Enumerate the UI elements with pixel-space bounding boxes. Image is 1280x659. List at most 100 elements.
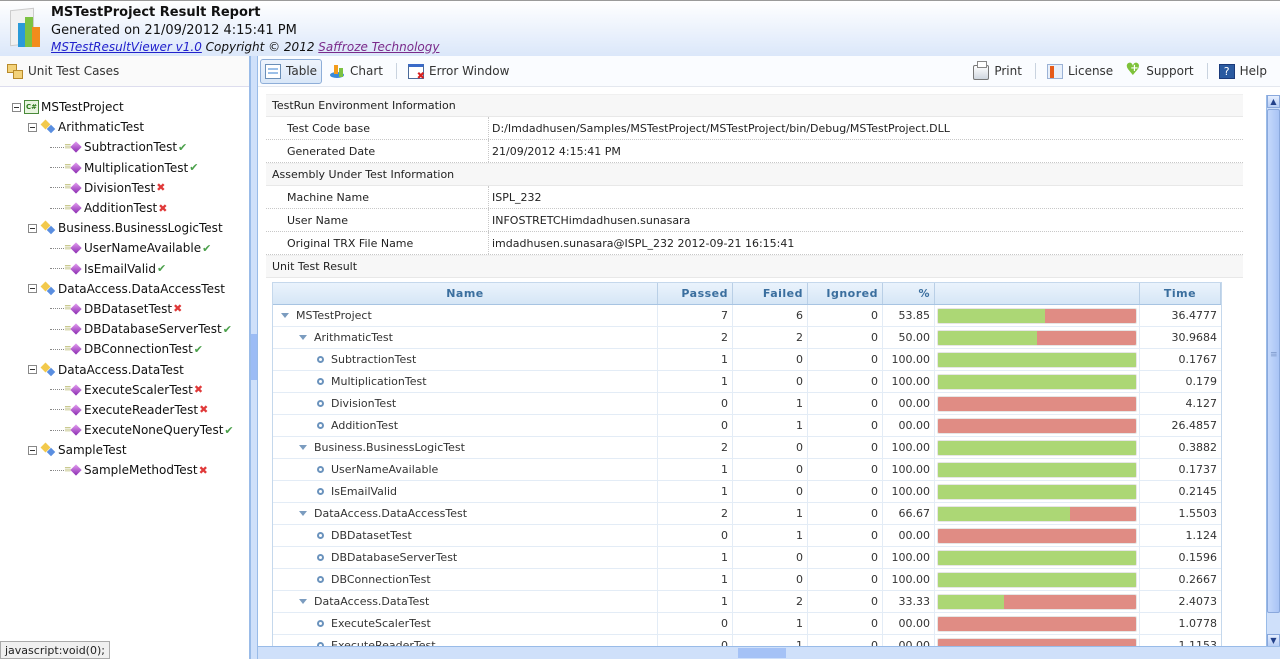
collapse-icon[interactable]	[12, 102, 21, 112]
tree-connector	[50, 469, 64, 471]
cell-passed: 0	[658, 393, 733, 414]
col-header-time[interactable]: Time	[1140, 283, 1221, 304]
tree-node-class[interactable]: SampleTest	[0, 440, 249, 460]
cell-progress	[935, 393, 1140, 414]
tree-node-method[interactable]: ≡ ExecuteScalerTest ✖	[0, 380, 249, 400]
collapse-icon[interactable]	[28, 122, 37, 132]
vertical-scroll-thumb[interactable]	[1267, 109, 1280, 613]
col-header-failed[interactable]: Failed	[733, 283, 808, 304]
error-window-button[interactable]: Error Window	[403, 59, 514, 84]
cell-time: 0.2667	[1178, 573, 1218, 586]
tree-node-class[interactable]: DataAccess.DataAccessTest	[0, 279, 249, 299]
collapse-icon[interactable]	[28, 284, 37, 294]
leaf-bullet-icon	[317, 620, 324, 627]
cell-percent: 50.00	[883, 327, 935, 348]
col-header-percent[interactable]: %	[883, 283, 935, 304]
tree-node-label: DBConnectionTest	[84, 342, 193, 357]
tree-node-method[interactable]: ≡ ExecuteReaderTest ✖	[0, 400, 249, 420]
table-row[interactable]: SubtractionTest 1 0 0 100.00 0.1767	[273, 349, 1221, 371]
tree-node-method[interactable]: ≡ IsEmailValid ✔	[0, 259, 249, 279]
table-row[interactable]: ArithmaticTest 2 2 0 50.00 30.9684	[273, 327, 1221, 349]
pass-fail-bar	[937, 483, 1137, 500]
table-row[interactable]: AdditionTest 0 1 0 00.00 26.4857	[273, 415, 1221, 437]
tree-node-label: DataAccess.DataAccessTest	[58, 281, 225, 296]
tree-node-method[interactable]: ≡ MultiplicationTest ✔	[0, 158, 249, 178]
row-name: MultiplicationTest	[331, 375, 427, 388]
expand-triangle-icon[interactable]	[299, 335, 307, 340]
tree-node-method[interactable]: ≡ SubtractionTest ✔	[0, 137, 249, 157]
company-link[interactable]: Saffroze Technology	[318, 40, 439, 54]
help-label: Help	[1239, 64, 1267, 78]
horizontal-scroll-thumb[interactable]	[738, 648, 786, 658]
cell-name: DataAccess.DataAccessTest	[273, 503, 658, 524]
license-button[interactable]: License	[1042, 59, 1118, 84]
col-header-passed[interactable]: Passed	[658, 283, 733, 304]
tree-node-method[interactable]: ≡ AdditionTest ✖	[0, 198, 249, 218]
print-button[interactable]: Print	[968, 59, 1027, 84]
tree-node-method[interactable]: ≡ SampleMethodTest ✖	[0, 460, 249, 480]
row-name: ExecuteReaderTest	[331, 639, 436, 646]
cell-name: DBDatabaseServerTest	[273, 547, 658, 568]
table-row[interactable]: UserNameAvailable 1 0 0 100.00 0.1737	[273, 459, 1221, 481]
table-row[interactable]: DivisionTest 0 1 0 00.00 4.127	[273, 393, 1221, 415]
col-header-ignored[interactable]: Ignored	[808, 283, 883, 304]
cell-progress	[935, 591, 1140, 612]
collapse-icon[interactable]	[28, 445, 37, 455]
collapse-icon[interactable]	[28, 365, 37, 375]
table-row[interactable]: DBDatabaseServerTest 1 0 0 100.00 0.1596	[273, 547, 1221, 569]
table-row[interactable]: IsEmailValid 1 0 0 100.00 0.2145	[273, 481, 1221, 503]
help-button[interactable]: ? Help	[1214, 59, 1272, 84]
method-lines-icon: ≡	[64, 303, 72, 314]
pass-fail-bar	[937, 615, 1137, 632]
fail-x-icon: ✖	[199, 403, 209, 417]
scroll-up-icon[interactable]: ▲	[1267, 95, 1280, 108]
cell-percent: 53.85	[883, 305, 935, 326]
tree-node-method[interactable]: ≡ DivisionTest ✖	[0, 178, 249, 198]
cell-passed: 1	[658, 459, 733, 480]
cell-failed: 2	[733, 591, 808, 612]
pass-bar-segment	[938, 462, 1136, 477]
expand-triangle-icon[interactable]	[281, 313, 289, 318]
tree-node-method[interactable]: ≡ DBConnectionTest ✔	[0, 339, 249, 359]
table-row[interactable]: ExecuteReaderTest 0 1 0 00.00 1.1153	[273, 635, 1221, 646]
tree-node-class[interactable]: Business.BusinessLogicTest	[0, 218, 249, 238]
chart-view-button[interactable]: Chart	[324, 59, 388, 84]
horizontal-scrollbar[interactable]	[258, 646, 1280, 659]
collapse-icon[interactable]	[28, 223, 37, 233]
pass-fail-bar	[937, 395, 1137, 412]
tree-node-project[interactable]: C# MSTestProject	[0, 97, 249, 117]
table-row[interactable]: Business.BusinessLogicTest 2 0 0 100.00 0.388…	[273, 437, 1221, 459]
cell-name: ArithmaticTest	[273, 327, 658, 348]
tree-node-method[interactable]: ≡ ExecuteNoneQueryTest ✔	[0, 420, 249, 440]
table-row[interactable]: MSTestProject 7 6 0 53.85 36.4777	[273, 305, 1221, 327]
test-method-icon	[70, 141, 82, 154]
col-header-name[interactable]: Name	[273, 283, 658, 304]
table-view-button[interactable]: Table	[260, 58, 323, 84]
support-button[interactable]: Support	[1120, 59, 1198, 84]
expand-triangle-icon[interactable]	[299, 445, 307, 450]
row-name: DBDatabaseServerTest	[331, 551, 458, 564]
test-class-icon	[40, 282, 56, 296]
tree-node-class[interactable]: ArithmaticTest	[0, 117, 249, 137]
pass-check-icon: ✔	[224, 423, 234, 437]
tree-node-method[interactable]: ≡ DBDatasetTest ✖	[0, 299, 249, 319]
cell-ignored: 0	[808, 415, 883, 436]
expand-triangle-icon[interactable]	[299, 511, 307, 516]
splitter-handle[interactable]	[251, 334, 257, 380]
pass-check-icon: ✔	[157, 262, 167, 276]
row-name: MSTestProject	[296, 309, 372, 322]
table-row[interactable]: DBDatasetTest 0 1 0 00.00 1.124	[273, 525, 1221, 547]
viewer-link[interactable]: MSTestResultViewer v1.0	[51, 40, 202, 54]
expand-triangle-icon[interactable]	[299, 599, 307, 604]
tree-node-class[interactable]: DataAccess.DataTest	[0, 359, 249, 379]
table-row[interactable]: DataAccess.DataTest 1 2 0 33.33 2.4073	[273, 591, 1221, 613]
table-row[interactable]: DataAccess.DataAccessTest 2 1 0 66.67 1.5503	[273, 503, 1221, 525]
pass-check-icon: ✔	[222, 322, 232, 336]
vertical-scrollbar[interactable]: ▲ ▼	[1266, 95, 1280, 647]
tree-node-method[interactable]: ≡ UserNameAvailable ✔	[0, 238, 249, 258]
table-row[interactable]: DBConnectionTest 1 0 0 100.00 0.2667	[273, 569, 1221, 591]
table-row[interactable]: MultiplicationTest 1 0 0 100.00 0.179	[273, 371, 1221, 393]
table-row[interactable]: ExecuteScalerTest 0 1 0 00.00 1.0778	[273, 613, 1221, 635]
tree-node-method[interactable]: ≡ DBDatabaseServerTest ✔	[0, 319, 249, 339]
panel-splitter[interactable]	[250, 56, 258, 659]
